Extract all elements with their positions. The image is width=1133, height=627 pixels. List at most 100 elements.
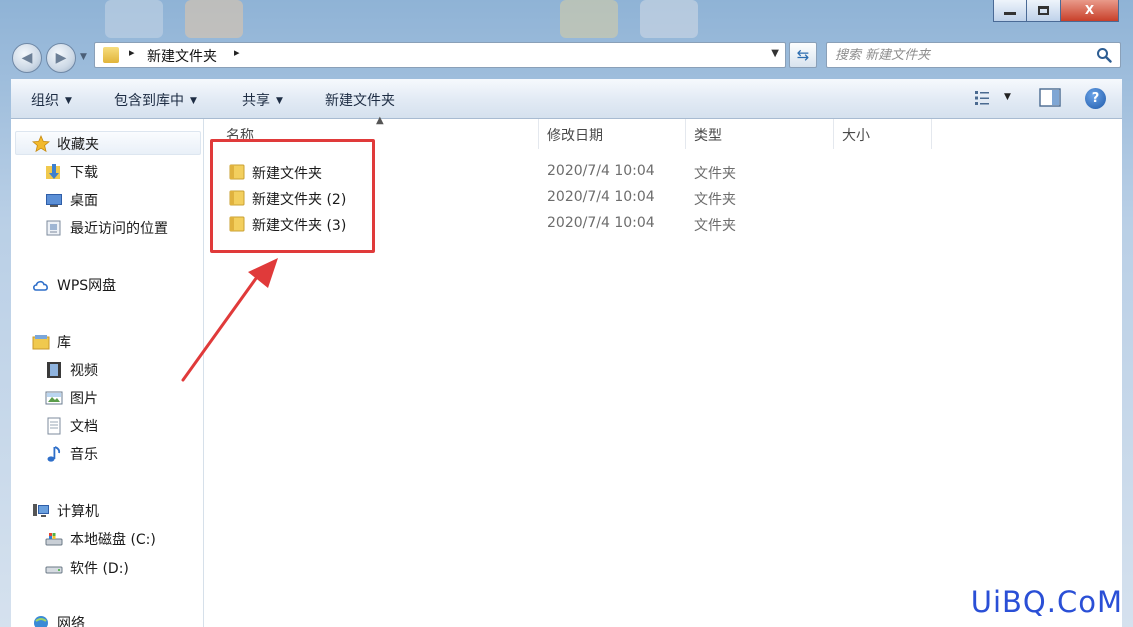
column-header-date-modified[interactable]: 修改日期 bbox=[547, 125, 603, 145]
sidebar-item-label: 计算机 bbox=[57, 504, 99, 520]
share-label: 共享 bbox=[242, 93, 270, 109]
sidebar-item-label: WPS网盘 bbox=[57, 278, 117, 294]
pictures-library-icon bbox=[45, 389, 63, 407]
back-arrow-icon: ◀ bbox=[21, 50, 33, 66]
sidebar-item-local-disk-c[interactable]: 本地磁盘 (C:) bbox=[45, 529, 156, 549]
sidebar-item-label: 桌面 bbox=[70, 193, 98, 209]
sidebar-item-pictures[interactable]: 图片 bbox=[45, 388, 98, 408]
downloads-folder-icon bbox=[45, 163, 63, 181]
include-in-library-menu[interactable]: 包含到库中 ▼ bbox=[114, 90, 197, 110]
view-options-dropdown[interactable]: ▼ bbox=[1004, 92, 1011, 102]
recent-pages-dropdown[interactable]: ▼ bbox=[80, 52, 87, 62]
search-input[interactable] bbox=[835, 45, 1085, 65]
libraries-icon bbox=[32, 333, 50, 351]
breadcrumb-separator-icon[interactable]: ▸ bbox=[234, 46, 240, 59]
forward-arrow-icon: ▶ bbox=[55, 50, 67, 66]
organize-label: 组织 bbox=[31, 93, 59, 109]
search-box[interactable] bbox=[826, 42, 1121, 68]
sidebar-item-desktop[interactable]: 桌面 bbox=[45, 190, 98, 210]
help-icon[interactable]: ? bbox=[1085, 88, 1106, 109]
sidebar-item-label: 库 bbox=[57, 335, 71, 351]
change-view-icon[interactable] bbox=[973, 88, 993, 108]
sidebar-item-label: 音乐 bbox=[70, 447, 98, 463]
back-button[interactable]: ◀ bbox=[12, 43, 42, 73]
file-type: 文件夹 bbox=[694, 166, 736, 182]
cloud-icon bbox=[32, 276, 50, 294]
organize-menu[interactable]: 组织 ▼ bbox=[31, 90, 72, 110]
sidebar-item-music[interactable]: 音乐 bbox=[45, 444, 98, 464]
background-desktop-icon bbox=[105, 0, 163, 38]
file-modified-date: 2020/7/4 10:04 bbox=[547, 189, 655, 205]
column-divider[interactable] bbox=[833, 119, 834, 149]
new-folder-button[interactable]: 新建文件夹 bbox=[325, 90, 395, 110]
sidebar-item-label: 收藏夹 bbox=[57, 137, 99, 153]
sidebar-item-label: 最近访问的位置 bbox=[70, 221, 168, 237]
desktop-icon bbox=[45, 191, 63, 209]
sidebar-item-downloads[interactable]: 下载 bbox=[45, 162, 98, 182]
sidebar-item-label: 本地磁盘 (C:) bbox=[70, 532, 156, 548]
column-header-size[interactable]: 大小 bbox=[842, 125, 870, 145]
breadcrumb-current-folder[interactable]: 新建文件夹 bbox=[147, 46, 217, 66]
maximize-button[interactable] bbox=[1027, 0, 1061, 22]
sidebar-item-label: 网络 bbox=[57, 616, 85, 627]
network-icon bbox=[32, 614, 50, 627]
navigation-pane: 收藏夹 下载 桌面 最近访问的位置 WPS网盘 库 视频 图片 文档 音乐 计算… bbox=[11, 119, 204, 627]
minimize-button[interactable] bbox=[993, 0, 1027, 22]
refresh-icon: ⇆ bbox=[796, 46, 810, 64]
command-bar: 组织 ▼ 包含到库中 ▼ 共享 ▼ 新建文件夹 ▼ ? bbox=[11, 79, 1122, 119]
sidebar-item-label: 文档 bbox=[70, 419, 98, 435]
column-divider[interactable] bbox=[538, 119, 539, 149]
sidebar-item-network[interactable]: 网络 bbox=[32, 613, 85, 627]
sidebar-item-label: 软件 (D:) bbox=[70, 561, 129, 577]
sidebar-item-videos[interactable]: 视频 bbox=[45, 360, 98, 380]
sidebar-item-drive-d[interactable]: 软件 (D:) bbox=[45, 558, 129, 578]
include-in-library-label: 包含到库中 bbox=[114, 93, 184, 109]
recent-places-icon bbox=[45, 219, 63, 237]
sidebar-item-label: 图片 bbox=[70, 391, 98, 407]
address-bar[interactable]: ▸ 新建文件夹 ▸ ▼ bbox=[94, 42, 786, 68]
computer-icon bbox=[32, 502, 50, 520]
background-desktop-icon bbox=[185, 0, 243, 38]
chevron-down-icon: ▼ bbox=[190, 96, 197, 106]
title-bar: X bbox=[0, 0, 1133, 40]
column-divider[interactable] bbox=[931, 119, 932, 149]
sidebar-item-recent-places[interactable]: 最近访问的位置 bbox=[45, 218, 168, 238]
background-desktop-icon bbox=[640, 0, 698, 38]
close-button[interactable]: X bbox=[1061, 0, 1119, 22]
drive-icon bbox=[45, 559, 63, 577]
music-library-icon bbox=[45, 445, 63, 463]
refresh-button[interactable]: ⇆ bbox=[789, 42, 817, 68]
documents-library-icon bbox=[45, 417, 63, 435]
sidebar-item-documents[interactable]: 文档 bbox=[45, 416, 98, 436]
share-menu[interactable]: 共享 ▼ bbox=[242, 90, 283, 110]
watermark-logo: UiBQ.CoM bbox=[970, 585, 1123, 619]
file-type: 文件夹 bbox=[694, 192, 736, 208]
local-disk-icon bbox=[45, 530, 63, 548]
column-header-type[interactable]: 类型 bbox=[694, 125, 722, 145]
annotation-highlight-box bbox=[210, 139, 375, 253]
search-icon[interactable] bbox=[1096, 47, 1112, 63]
file-type: 文件夹 bbox=[694, 218, 736, 234]
explorer-content: 收藏夹 下载 桌面 最近访问的位置 WPS网盘 库 视频 图片 文档 音乐 计算… bbox=[11, 115, 1122, 627]
chevron-down-icon: ▼ bbox=[276, 96, 283, 106]
new-folder-label: 新建文件夹 bbox=[325, 93, 395, 109]
forward-button[interactable]: ▶ bbox=[46, 43, 76, 73]
sidebar-item-label: 视频 bbox=[70, 363, 98, 379]
preview-pane-icon[interactable] bbox=[1039, 88, 1061, 108]
star-icon bbox=[31, 134, 51, 153]
window-controls: X bbox=[993, 0, 1119, 22]
column-divider[interactable] bbox=[685, 119, 686, 149]
sidebar-item-label: 下载 bbox=[70, 165, 98, 181]
sidebar-item-favorites[interactable]: 收藏夹 bbox=[31, 134, 99, 154]
folder-icon bbox=[103, 47, 119, 63]
file-modified-date: 2020/7/4 10:04 bbox=[547, 163, 655, 179]
sidebar-item-libraries[interactable]: 库 bbox=[32, 332, 71, 352]
file-modified-date: 2020/7/4 10:04 bbox=[547, 215, 655, 231]
video-library-icon bbox=[45, 361, 63, 379]
minimize-icon bbox=[1004, 12, 1016, 15]
sidebar-item-wps-cloud[interactable]: WPS网盘 bbox=[32, 275, 116, 295]
breadcrumb-separator-icon[interactable]: ▸ bbox=[129, 46, 135, 59]
sidebar-item-computer[interactable]: 计算机 bbox=[32, 501, 99, 521]
maximize-icon bbox=[1038, 6, 1049, 15]
address-history-dropdown[interactable]: ▼ bbox=[771, 48, 779, 59]
